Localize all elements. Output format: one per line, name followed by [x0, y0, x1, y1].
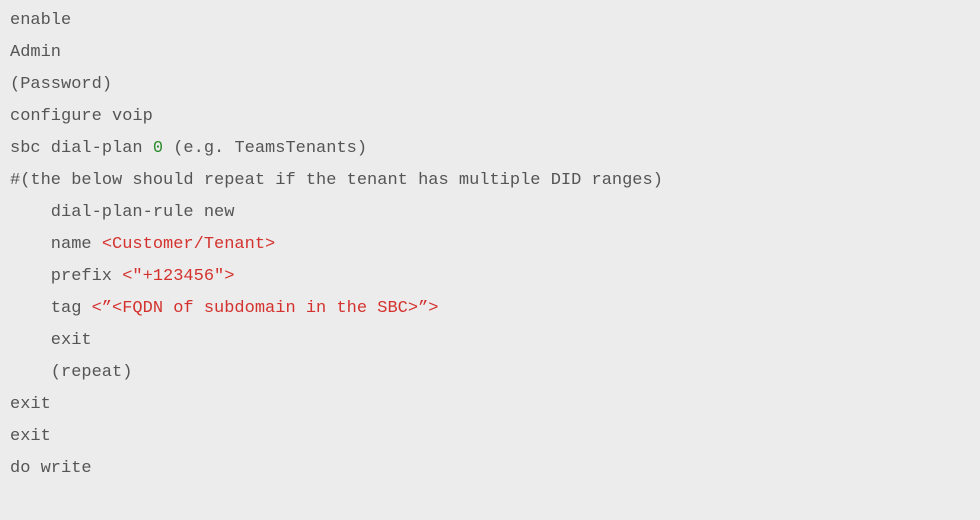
line-exit-inner: exit: [10, 325, 970, 357]
text-prefix: prefix: [51, 267, 122, 286]
line-configure-voip: configure voip: [10, 101, 970, 133]
line-password: (Password): [10, 69, 970, 101]
number-zero: 0: [153, 139, 163, 158]
text-tag: tag: [51, 299, 92, 318]
line-prefix: prefix <"+123456">: [10, 261, 970, 293]
line-exit-1: exit: [10, 389, 970, 421]
line-enable: enable: [10, 5, 970, 37]
line-name: name <Customer/Tenant>: [10, 229, 970, 261]
line-exit-2: exit: [10, 421, 970, 453]
line-do-write: do write: [10, 453, 970, 485]
text-name: name: [51, 235, 102, 254]
text-sbc-dial-plan: sbc dial-plan: [10, 139, 153, 158]
line-comment-repeat: #(the below should repeat if the tenant …: [10, 165, 970, 197]
placeholder-fqdn: <”<FQDN of subdomain in the SBC>”>: [92, 299, 439, 318]
line-admin: Admin: [10, 37, 970, 69]
text-teams-tenants: (e.g. TeamsTenants): [163, 139, 367, 158]
line-tag: tag <”<FQDN of subdomain in the SBC>”>: [10, 293, 970, 325]
line-dial-plan-rule: dial-plan-rule new: [10, 197, 970, 229]
cli-config-block: enable Admin (Password) configure voip s…: [10, 5, 970, 485]
placeholder-customer-tenant: <Customer/Tenant>: [102, 235, 275, 254]
line-repeat-marker: (repeat): [10, 357, 970, 389]
placeholder-prefix-number: <"+123456">: [122, 267, 234, 286]
line-sbc-dial-plan: sbc dial-plan 0 (e.g. TeamsTenants): [10, 133, 970, 165]
